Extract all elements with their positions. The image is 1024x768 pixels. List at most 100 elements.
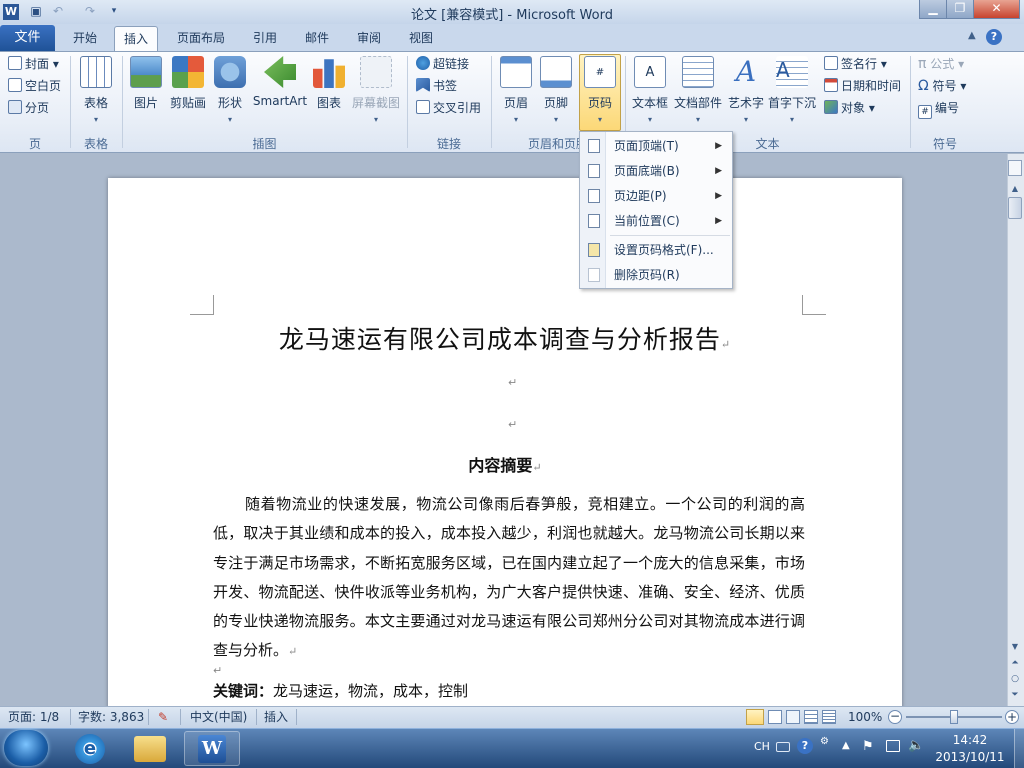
page-break-button[interactable]: 分页 [8,98,49,118]
web-layout-icon[interactable] [786,710,800,724]
picture-button[interactable]: 图片 [128,56,164,111]
header-icon [500,56,532,88]
screenshot-icon [360,56,392,88]
scroll-up-icon[interactable]: ▲ [1008,182,1022,196]
tab-mailings[interactable]: 邮件 [296,26,338,51]
draft-view-icon[interactable] [822,710,836,724]
vertical-scrollbar[interactable] [1007,154,1024,706]
menu-item-current-position[interactable]: 当前位置(C) ▶ [580,209,732,233]
show-desktop-button[interactable] [1014,729,1024,768]
show-hidden-icons-icon[interactable]: ▲ [842,740,850,751]
ruler-toggle-icon[interactable] [1008,160,1022,176]
volume-icon[interactable]: 🔈 [908,738,924,753]
network-icon[interactable] [886,740,900,752]
bookmark-button[interactable]: 书签 [416,76,457,96]
page-bottom-icon [588,164,600,178]
taskbar-ie-button[interactable]: e [62,731,118,766]
print-layout-view-icon[interactable] [746,709,764,725]
clip-art-button[interactable]: 剪贴画 [168,56,208,111]
submenu-arrow-icon: ▶ [715,191,722,201]
tab-references[interactable]: 引用 [244,26,286,51]
keyboard-icon[interactable] [776,742,790,752]
proofing-icon[interactable]: ✎ [158,709,168,725]
symbol-button[interactable]: Ω 符号 ▾ [918,76,966,96]
action-center-flag-icon[interactable]: ⚑ [862,739,874,754]
blank-page-button[interactable]: 空白页 [8,76,61,96]
tab-insert[interactable]: 插入 [114,26,158,51]
numbering-button[interactable]: # 编号 [918,98,959,119]
start-button-icon[interactable] [4,730,48,766]
page-count-status[interactable]: 页面: 1/8 [8,709,59,725]
page-number-button[interactable]: # 页码 ▾ [580,56,620,124]
date-time-button[interactable]: 日期和时间 [824,76,901,96]
cross-reference-button[interactable]: 交叉引用 [416,98,481,118]
zoom-slider-thumb[interactable] [950,710,958,724]
tab-page-layout[interactable]: 页面布局 [168,26,234,51]
help-icon[interactable]: ? [986,29,1002,45]
tab-review[interactable]: 审阅 [348,26,390,51]
document-title: 龙马速运有限公司成本调查与分析报告↵ [278,325,732,354]
header-button[interactable]: 页眉 ▾ [498,56,534,124]
outline-view-icon[interactable] [804,710,818,724]
scroll-down-icon[interactable]: ▼ [1008,640,1022,654]
submenu-arrow-icon: ▶ [715,166,722,176]
signature-line-icon [824,56,838,70]
taskbar-word-button[interactable]: W [184,731,240,766]
signature-line-button[interactable]: 签名行 ▾ [824,54,887,74]
collapse-ribbon-icon[interactable]: ▲ [968,30,976,41]
zoom-out-icon[interactable]: − [888,710,902,724]
tab-view[interactable]: 视图 [400,26,442,51]
chart-button[interactable]: 图表 [312,56,346,111]
shapes-button[interactable]: 形状 ▾ [212,56,248,124]
tab-file[interactable]: 文件 [0,25,55,51]
scroll-thumb[interactable] [1008,197,1022,219]
shapes-icon [214,56,246,88]
insert-mode-status[interactable]: 插入 [264,709,288,725]
screenshot-button[interactable]: 屏幕截图 ▾ [350,56,402,124]
help-tray-icon[interactable]: ? [797,738,813,754]
minimize-button[interactable]: ▁ [919,0,947,19]
zoom-level[interactable]: 100% [848,709,882,725]
cross-reference-icon [416,100,430,114]
keywords-line: 关键词：龙马速运，物流，成本，控制 [213,682,469,700]
clock-date[interactable]: 2013/10/11 [930,750,1010,764]
ime-options-icon[interactable]: ⚙ [820,736,829,747]
previous-page-icon[interactable]: ⏶ [1008,658,1022,672]
text-box-button[interactable]: A 文本框 ▾ [630,56,670,124]
menu-item-bottom-of-page[interactable]: 页面底端(B) ▶ [580,159,732,183]
language-status[interactable]: 中文(中国) [190,709,247,725]
table-button[interactable]: 表格 ▾ [76,56,116,124]
wordart-button[interactable]: A 艺术字 ▾ [726,56,766,125]
close-button[interactable]: ✕ [973,0,1020,19]
full-screen-reading-icon[interactable] [768,710,782,724]
hyperlink-button[interactable]: 超链接 [416,54,469,74]
menu-item-format-page-numbers[interactable]: 设置页码格式(F)... [580,238,732,262]
maximize-button[interactable]: ❐ [946,0,974,19]
next-page-icon[interactable]: ⏷ [1008,690,1022,704]
number-icon: # [918,105,932,119]
text-box-icon: A [634,56,666,88]
browse-object-icon[interactable]: ○ [1008,674,1022,688]
group-label-symbols: 符号 [932,137,957,151]
taskbar-explorer-button[interactable] [122,731,178,766]
smartart-icon [264,56,296,88]
ime-indicator[interactable]: CH [754,740,770,753]
menu-item-page-margins[interactable]: 页边距(P) ▶ [580,184,732,208]
drop-cap-button[interactable]: A 首字下沉 ▾ [768,56,816,124]
footer-button[interactable]: 页脚 ▾ [538,56,574,124]
zoom-in-icon[interactable]: + [1005,710,1019,724]
menu-item-top-of-page[interactable]: 页面顶端(T) ▶ [580,134,732,158]
clock-time[interactable]: 14:42 [940,733,1000,747]
word-count-status[interactable]: 字数: 3,863 [78,709,144,725]
crop-mark-top-left [190,295,214,315]
paragraph-mark: ↵ [508,376,518,389]
equation-button[interactable]: π 公式 ▾ [918,54,964,74]
smartart-button[interactable]: SmartArt [252,56,308,108]
object-button[interactable]: 对象 ▾ [824,98,875,118]
menu-item-remove-page-numbers[interactable]: 删除页码(R) [580,263,732,287]
window-title: 论文 [兼容模式] - Microsoft Word [411,8,613,23]
tab-home[interactable]: 开始 [62,26,108,51]
cover-page-button[interactable]: 封面 ▾ [8,54,59,74]
quick-parts-button[interactable]: 文档部件 ▾ [674,56,722,124]
omega-icon: Ω [918,78,929,94]
